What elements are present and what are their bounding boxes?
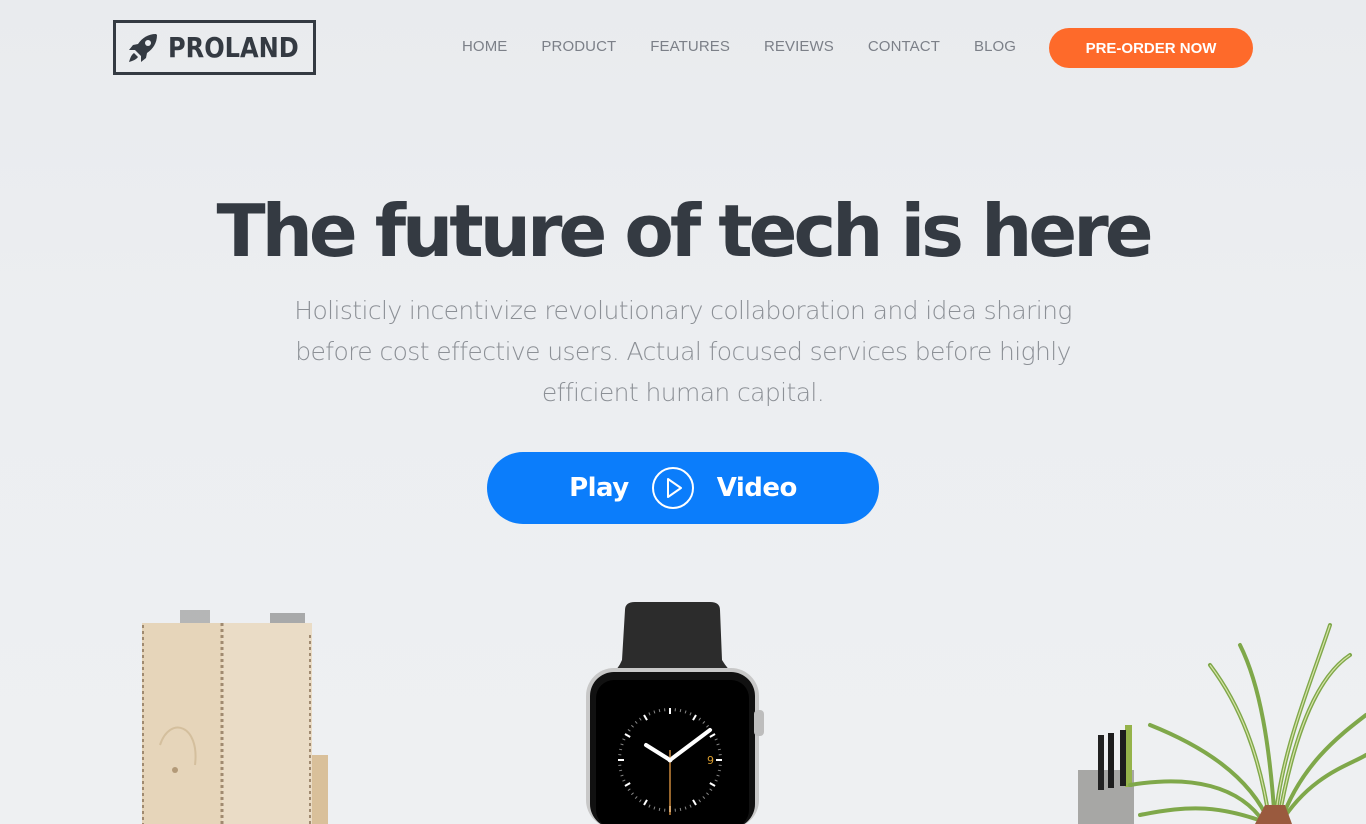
dial-tick xyxy=(717,769,721,772)
play-label: Play xyxy=(569,473,629,503)
magazine-organizer-image xyxy=(142,610,328,824)
dial-tick xyxy=(658,807,661,811)
nav-contact[interactable]: CONTACT xyxy=(868,38,940,55)
play-circle-icon xyxy=(651,467,694,509)
nav-blog[interactable]: BLOG xyxy=(974,38,1016,55)
dial-tick xyxy=(658,709,661,713)
nav-product[interactable]: PRODUCT xyxy=(541,38,616,55)
nav-home[interactable]: HOME xyxy=(462,38,507,55)
dial-tick xyxy=(619,748,623,751)
dial-tick xyxy=(679,709,682,713)
dial-tick xyxy=(717,748,721,751)
watch-number: 9 xyxy=(707,754,714,767)
pre-order-button[interactable]: PRE-ORDER NOW xyxy=(1049,28,1253,68)
plant-image xyxy=(1078,623,1366,824)
hero-title: The future of tech is here xyxy=(216,189,1153,273)
nav-reviews[interactable]: REVIEWS xyxy=(764,38,834,55)
brand-name: PROLAND xyxy=(168,31,300,64)
smartwatch-image: 9 xyxy=(586,602,764,824)
logo[interactable]: PROLAND xyxy=(113,20,316,75)
nav-features[interactable]: FEATURES xyxy=(650,38,730,55)
rocket-icon xyxy=(129,33,158,62)
hero-subtitle: Holisticly incentivize revolutionary col… xyxy=(294,296,1072,407)
play-video-button[interactable]: Play Video xyxy=(487,452,879,524)
main-nav: HOME PRODUCT FEATURES REVIEWS CONTACT BL… xyxy=(462,38,1050,55)
navbar: PROLAND HOME PRODUCT FEATURES REVIEWS CO… xyxy=(0,0,1366,95)
dial-tick xyxy=(679,807,682,811)
dial-tick xyxy=(619,769,623,772)
video-label: Video xyxy=(716,473,798,503)
